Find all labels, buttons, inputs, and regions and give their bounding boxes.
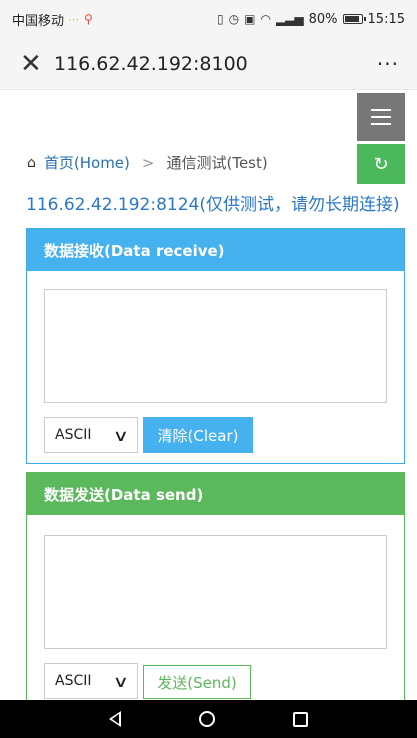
- page-url: 116.62.42.192:8100: [54, 52, 248, 75]
- send-encoding-value: ASCII: [55, 673, 92, 689]
- chevron-down-icon: ∨: [112, 425, 130, 445]
- battery-icon: [342, 14, 366, 24]
- send-button[interactable]: 发送(Send): [143, 665, 251, 699]
- breadcrumb-home-link[interactable]: 首页(Home): [44, 152, 130, 173]
- home-icon: ⌂: [27, 154, 36, 171]
- home-circle-icon[interactable]: [199, 711, 215, 727]
- status-bar: 中国移动 ⋯ ⚲ ▯ ◷ ▣ ◠ ▂▃▅ 80% 15:15: [0, 0, 417, 38]
- battery-percent: 80%: [308, 11, 338, 27]
- system-nav-bar: [0, 700, 417, 738]
- clear-button[interactable]: 清除(Clear): [143, 417, 253, 453]
- hamburger-menu-button[interactable]: [357, 93, 405, 141]
- close-icon[interactable]: ✕: [20, 51, 48, 77]
- hamburger-line: [371, 123, 391, 125]
- refresh-icon: ↻: [373, 153, 389, 175]
- clock: 15:15: [367, 11, 405, 27]
- receive-encoding-value: ASCII: [55, 427, 92, 443]
- status-left: 中国移动 ⋯ ⚲: [12, 10, 93, 29]
- notification-dots-icon: ⋯: [68, 12, 81, 26]
- hd-icon: ▣: [244, 12, 256, 26]
- breadcrumb: ⌂ 首页(Home) > 通信测试(Test): [27, 152, 268, 173]
- hamburger-line: [371, 109, 391, 111]
- carrier-name: 中国移动: [12, 13, 65, 29]
- breadcrumb-current: 通信测试(Test): [166, 154, 268, 172]
- browser-title-bar: ✕ 116.62.42.192:8100 ···: [0, 38, 417, 90]
- hamburger-line: [371, 116, 391, 118]
- send-encoding-select[interactable]: ASCII ∨: [44, 663, 138, 699]
- nfc-icon: ▯: [217, 12, 224, 26]
- wifi-icon: ◠: [260, 12, 271, 26]
- breadcrumb-separator: >: [141, 153, 155, 172]
- back-icon[interactable]: [109, 711, 121, 727]
- signal-icon: ▂▃▅: [275, 12, 304, 26]
- send-textarea[interactable]: [44, 535, 387, 649]
- receive-textarea[interactable]: [44, 289, 387, 403]
- more-options-icon[interactable]: ···: [377, 52, 399, 76]
- status-right: ▯ ◷ ▣ ◠ ▂▃▅ 80% 15:15: [217, 12, 405, 27]
- recents-icon[interactable]: [293, 711, 308, 727]
- location-pin-icon: ⚲: [84, 12, 93, 26]
- server-notice: 116.62.42.192:8124(仅供测试，请勿长期连接): [26, 195, 400, 215]
- send-panel-title: 数据发送(Data send): [27, 473, 404, 515]
- send-panel: 数据发送(Data send) ASCII ∨ 发送(Send): [26, 472, 405, 712]
- refresh-button[interactable]: ↻: [357, 144, 405, 184]
- receive-encoding-select[interactable]: ASCII ∨: [44, 417, 138, 453]
- alarm-icon: ◷: [228, 12, 240, 26]
- receive-panel: 数据接收(Data receive) ASCII ∨ 清除(Clear): [26, 228, 405, 464]
- chevron-down-icon: ∨: [112, 671, 130, 691]
- receive-panel-title: 数据接收(Data receive): [27, 229, 404, 271]
